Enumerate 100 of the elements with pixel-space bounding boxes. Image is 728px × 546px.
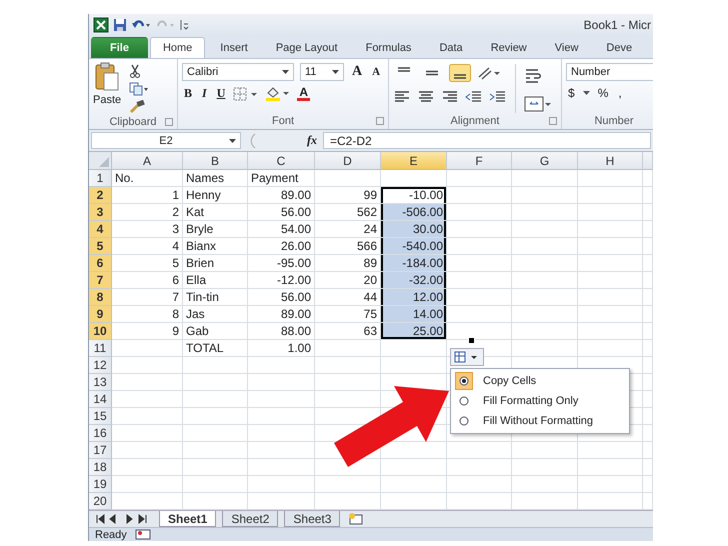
ribbon-tab[interactable]: View (542, 37, 592, 58)
table-cell (578, 340, 643, 357)
table-cell (447, 476, 512, 493)
ribbon-tab[interactable]: Data (426, 37, 476, 58)
row-header[interactable]: 20 (89, 493, 112, 510)
column-header[interactable]: A (112, 152, 183, 170)
table-cell (643, 238, 653, 255)
column-header[interactable]: G (512, 152, 578, 170)
row-header[interactable]: 19 (89, 476, 112, 493)
save-icon[interactable] (113, 18, 127, 32)
column-header[interactable]: C (248, 152, 315, 170)
align-left-icon[interactable] (393, 90, 411, 104)
table-cell (643, 459, 653, 476)
grow-font-button[interactable]: A (350, 64, 364, 80)
radio-button[interactable] (455, 372, 473, 390)
formula-field[interactable]: =C2-D2 (323, 132, 651, 149)
number-format-field[interactable]: Number (566, 63, 653, 81)
customize-toolbar-icon[interactable] (179, 18, 189, 32)
table-cell: No. (112, 170, 183, 187)
fill-handle[interactable] (468, 337, 475, 344)
table-cell (643, 289, 653, 306)
row-header[interactable]: 12 (89, 357, 112, 374)
ribbon-tab[interactable]: File (91, 37, 148, 58)
ribbon-tab[interactable]: Page Layout (262, 37, 351, 58)
table-cell (578, 187, 643, 204)
bold-button[interactable]: B (182, 86, 194, 101)
row-header[interactable]: 11 (89, 340, 112, 357)
currency-button[interactable]: $ (566, 86, 577, 100)
font-color-button[interactable]: A (297, 86, 310, 101)
scissors-icon[interactable] (129, 64, 142, 78)
row-header[interactable]: 17 (89, 442, 112, 459)
ribbon-tab[interactable]: Formulas (352, 37, 424, 58)
table-cell (381, 340, 447, 357)
ribbon-tab[interactable]: Deve (593, 37, 646, 58)
row-header[interactable]: 10 (89, 323, 112, 340)
column-header[interactable]: D (315, 152, 381, 170)
column-header[interactable]: E (381, 152, 447, 170)
row-header[interactable]: 15 (89, 408, 112, 425)
format-painter-icon[interactable] (129, 100, 146, 114)
paste-options-button[interactable] (450, 348, 484, 366)
shrink-font-button[interactable]: A (370, 66, 382, 78)
row-header[interactable]: 6 (89, 255, 112, 272)
fill-color-icon[interactable] (265, 86, 292, 101)
align-right-icon[interactable] (441, 90, 459, 104)
insert-function-button[interactable]: fx (307, 133, 317, 148)
caret-icon[interactable] (582, 91, 590, 95)
merge-center-icon[interactable] (524, 96, 552, 112)
row-header[interactable]: 14 (89, 391, 112, 408)
row-header[interactable]: 5 (89, 238, 112, 255)
row-header[interactable]: 2 (89, 187, 112, 204)
underline-button[interactable]: U (214, 86, 228, 101)
table-cell: 6 (112, 272, 183, 289)
ribbon-tab[interactable]: Insert (207, 37, 261, 58)
vertical-align-icon[interactable] (449, 64, 471, 82)
status-text: Ready (95, 528, 127, 540)
wrap-text-icon[interactable] (524, 68, 542, 84)
caret-icon[interactable] (332, 70, 339, 74)
caret-icon[interactable] (282, 70, 289, 74)
row-header[interactable]: 8 (89, 289, 112, 306)
caret-icon[interactable] (229, 139, 236, 143)
decrease-indent-icon[interactable] (465, 90, 483, 104)
row-header[interactable]: 1 (89, 170, 112, 187)
row-header[interactable]: 13 (89, 374, 112, 391)
table-cell (315, 476, 381, 493)
macro-record-icon[interactable] (134, 529, 151, 540)
row-header[interactable]: 4 (89, 221, 112, 238)
table-cell: 89.00 (248, 306, 315, 323)
paste-option[interactable]: Fill Without Formatting (451, 411, 629, 431)
column-header[interactable]: H (578, 152, 643, 170)
table-cell (643, 425, 653, 442)
paste-option[interactable]: Copy Cells (451, 371, 629, 391)
italic-button[interactable]: I (200, 86, 209, 101)
sheet-tab[interactable]: Sheet1 (159, 511, 216, 527)
column-header[interactable]: F (447, 152, 512, 170)
paste-option[interactable]: Fill Formatting Only (451, 391, 629, 411)
paste-button[interactable]: Paste (93, 62, 122, 114)
ribbon-tab[interactable]: Review (478, 37, 540, 58)
font-size-field[interactable]: 11 (300, 63, 344, 81)
table-cell: Tin-tin (183, 289, 248, 306)
table-cell (578, 255, 643, 272)
comma-style-button[interactable]: , (616, 86, 624, 100)
column-header[interactable]: B (183, 152, 248, 170)
row-header[interactable]: 16 (89, 425, 112, 442)
sheet-tab[interactable]: Sheet2 (222, 511, 278, 527)
align-center-icon[interactable] (417, 90, 435, 104)
copy-icon[interactable] (129, 82, 150, 96)
percent-button[interactable]: % (596, 86, 610, 100)
font-name-field[interactable]: Calibri (182, 63, 294, 81)
increase-indent-icon[interactable] (489, 90, 507, 104)
row-header[interactable]: 3 (89, 204, 112, 221)
table-cell (643, 442, 653, 459)
borders-icon[interactable] (233, 86, 260, 100)
text-orientation-icon[interactable] (477, 65, 501, 81)
row-header[interactable]: 18 (89, 459, 112, 476)
row-header[interactable]: 9 (89, 306, 112, 323)
row-header[interactable]: 7 (89, 272, 112, 289)
sheet-tab[interactable]: Sheet3 (284, 511, 340, 527)
table-cell (643, 476, 653, 493)
name-box[interactable]: E2 (91, 132, 241, 149)
ribbon-tab[interactable]: Home (150, 37, 206, 58)
